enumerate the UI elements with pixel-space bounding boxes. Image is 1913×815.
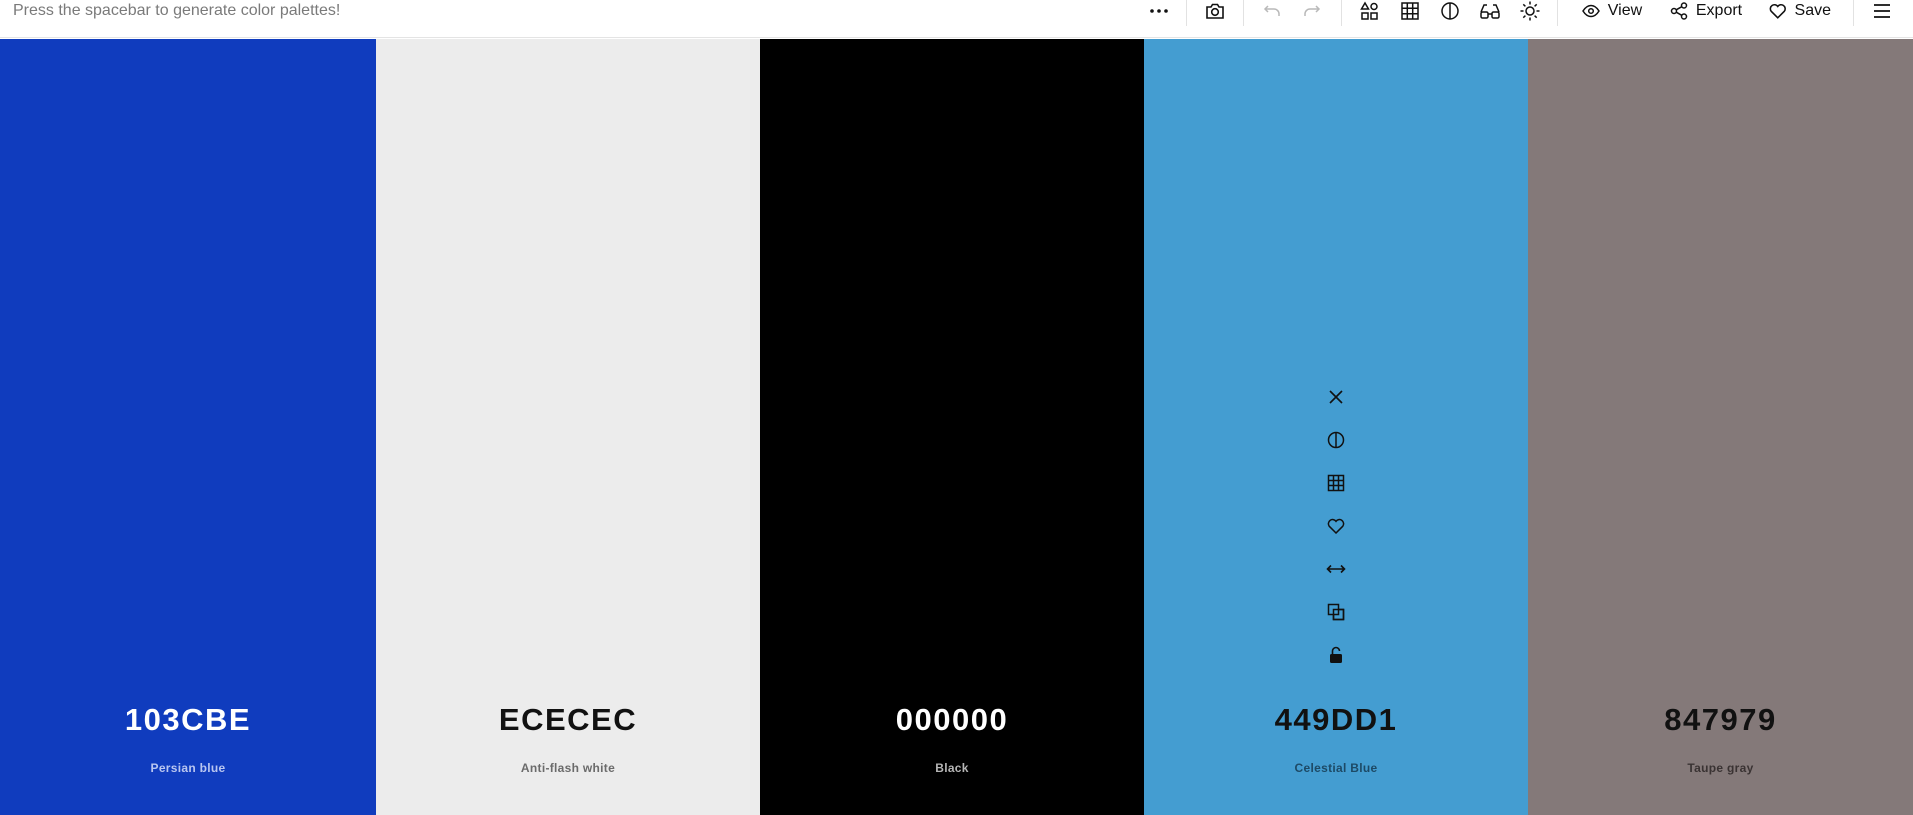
heart-icon [1769,4,1786,19]
color-name: Black [935,761,969,775]
redo-button[interactable] [1300,0,1324,22]
shades-grid-icon [1327,474,1345,491]
toolbar-divider [1853,0,1854,26]
palette-color-4[interactable]: 449DD1 Celestial Blue [1144,39,1528,815]
save-button[interactable]: Save [1769,0,1831,22]
toolbar-divider [1341,0,1342,26]
unlock-icon [1330,646,1342,663]
color-hex-code[interactable]: ECECEC [376,702,760,738]
screenshot-button[interactable] [1203,0,1227,22]
palette-color-2[interactable]: ECECEC Anti-flash white [376,39,760,815]
drag-arrows-icon [1326,564,1346,573]
drag-color-button[interactable] [1320,547,1352,590]
shapes-icon [1360,1,1378,20]
toolbar-divider [1557,0,1558,26]
heart-icon [1327,518,1345,534]
adjust-palette-button[interactable] [1358,0,1382,22]
top-toolbar: Press the spacebar to generate color pal… [0,0,1913,38]
hamburger-menu-icon [1874,4,1890,18]
color-hex-code[interactable]: 103CBE [0,702,376,738]
redo-icon [1304,5,1321,16]
palette-color-3[interactable]: 000000 Black [760,39,1144,815]
undo-icon [1263,5,1280,16]
color-blindness-button[interactable] [1478,0,1502,22]
export-label: Export [1695,2,1743,19]
contrast-icon [1441,2,1459,20]
color-name: Celestial Blue [1294,761,1378,775]
glasses-icon [1480,4,1500,19]
grid-icon [1401,2,1419,20]
main-menu-button[interactable] [1869,0,1895,22]
save-color-button[interactable] [1320,504,1352,547]
view-label: View [1607,2,1643,19]
ellipsis-icon [1150,9,1168,13]
palette: 103CBE Persian blue ECECEC Anti-flash wh… [0,39,1913,815]
color-hex-code[interactable]: 000000 [760,702,1144,738]
copy-icon [1327,603,1345,620]
view-shades-contrast-button[interactable] [1320,418,1352,461]
palette-color-5[interactable]: 847979 Taupe gray [1528,39,1913,815]
theme-toggle-button[interactable] [1518,0,1542,22]
eye-icon [1581,4,1600,18]
contrast-checker-button[interactable] [1438,0,1462,22]
remove-color-button[interactable] [1320,375,1352,418]
sun-icon [1520,1,1540,21]
toolbar-divider [1186,0,1187,26]
color-name: Taupe gray [1687,761,1754,775]
palette-color-1[interactable]: 103CBE Persian blue [0,39,376,815]
color-tools [1144,375,1528,676]
toolbar-divider [1243,0,1244,26]
export-button[interactable]: Export [1669,0,1743,22]
spacebar-hint: Press the spacebar to generate color pal… [13,2,341,19]
palette-grid-button[interactable] [1398,0,1422,22]
undo-button[interactable] [1260,0,1284,22]
more-options-button[interactable] [1145,0,1173,22]
color-name: Anti-flash white [520,761,616,775]
share-icon [1670,2,1688,20]
color-hex-code[interactable]: 449DD1 [1144,702,1528,738]
close-icon [1329,389,1343,404]
color-name: Persian blue [150,761,226,775]
lock-color-button[interactable] [1320,633,1352,676]
view-shades-button[interactable] [1320,461,1352,504]
view-button[interactable]: View [1580,0,1644,22]
copy-hex-button[interactable] [1320,590,1352,633]
color-hex-code[interactable]: 847979 [1528,702,1913,738]
save-label: Save [1794,2,1831,19]
camera-icon [1206,3,1224,19]
contrast-icon [1327,431,1345,448]
